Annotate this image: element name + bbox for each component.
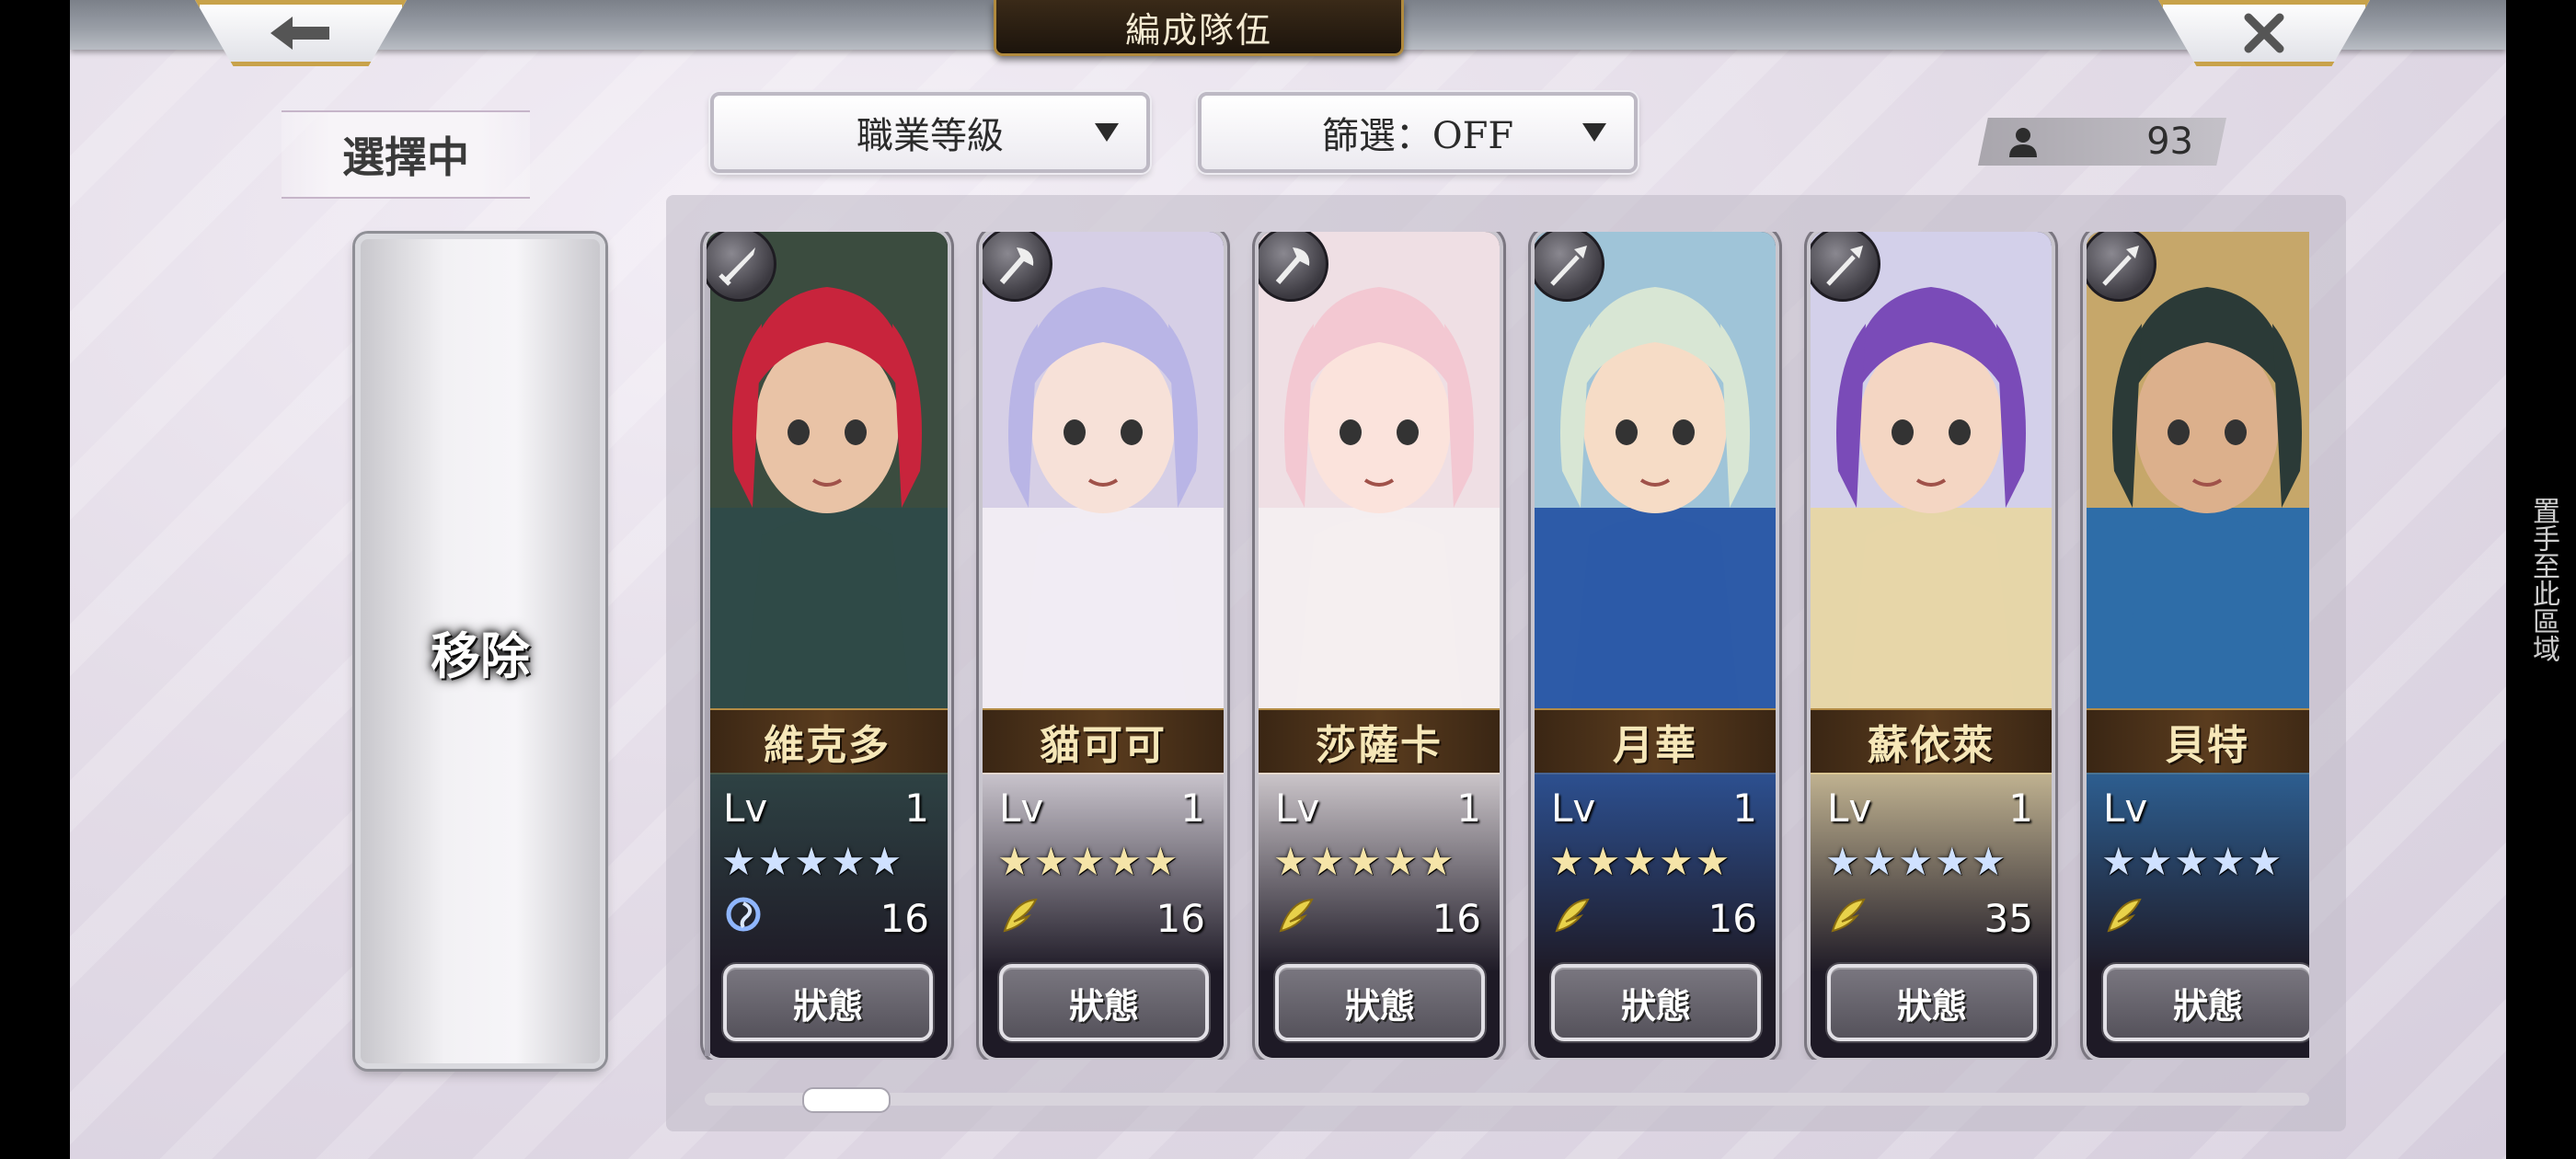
character-stats: Lv 1 ★★★★★ 35 狀態 [1811,773,2052,1058]
feather-element-icon [1831,898,1866,933]
sort-dropdown[interactable]: 職業等級 [710,92,1150,173]
level-label: Lv [723,786,768,831]
character-portrait [983,232,1224,708]
character-stats: Lv 1 ★★★★★ 16 狀態 [983,773,1224,1058]
filter-dropdown-label: 篩選：OFF [1321,115,1514,157]
rarity-stars: ★★★★★ [2101,839,2284,884]
person-icon [2009,128,2037,157]
level-row: Lv [2103,786,2309,832]
level-row: Lv 1 [1827,786,2033,832]
cost-value: 16 [1432,896,1481,941]
character-portrait [1535,232,1776,708]
cost-row: 16 [997,892,1205,944]
cost-row: 16 [1273,892,1481,944]
rarity-stars: ★★★★★ [997,839,1180,884]
rarity-stars: ★★★★★ [721,839,904,884]
rarity-stars: ★★★★★ [1549,839,1732,884]
level-label: Lv [1827,786,1872,831]
sort-dropdown-label: 職業等級 [857,115,1004,157]
level-value: 1 [1456,786,1481,831]
character-card[interactable]: 貓可可 Lv 1 ★★★★★ 16 狀態 [983,232,1224,1058]
spiral-element-icon [726,897,761,932]
character-portrait [1259,232,1500,708]
level-row: Lv 1 [1551,786,1757,832]
feather-element-icon [1555,898,1590,933]
horizontal-scrollbar[interactable] [705,1093,2309,1106]
character-card[interactable]: 維克多 Lv 1 ★★★★★ 16 狀態 [707,232,948,1058]
level-value: 1 [1732,786,1757,831]
unit-count: 93 [2146,120,2193,163]
screen-title-plate: 編成隊伍 [994,0,1404,56]
character-stats: Lv 1 ★★★★★ 16 狀態 [1535,773,1776,1058]
character-name: 莎薩卡 [1259,708,1500,775]
cost-value: 16 [880,896,929,941]
level-row: Lv 1 [723,786,929,832]
status-button[interactable]: 狀態 [2103,964,2309,1041]
level-label: Lv [1275,786,1320,831]
cost-value: 35 [1984,896,2033,941]
status-button[interactable]: 狀態 [1551,964,1761,1041]
roster-divider [705,247,710,1056]
status-button[interactable]: 狀態 [723,964,933,1041]
remove-slot[interactable]: 移除 [355,234,605,1069]
level-value: 1 [1180,786,1205,831]
cost-row: 35 [1825,892,2033,944]
selecting-label: 選擇中 [282,110,530,199]
feather-element-icon [1003,898,1038,933]
cost-value: 16 [1708,896,1757,941]
character-name: 蘇依萊 [1811,708,2052,775]
character-stats: Lv 1 ★★★★★ 16 狀態 [1259,773,1500,1058]
character-card[interactable]: 月華 Lv 1 ★★★★★ 16 狀態 [1535,232,1776,1058]
character-card[interactable]: 蘇依萊 Lv 1 ★★★★★ 35 狀態 [1811,232,2052,1058]
cost-row: 16 [721,892,929,944]
status-button[interactable]: 狀態 [999,964,1209,1041]
level-value: 1 [2008,786,2033,831]
side-hint-text: 置手至此區域 [2527,497,2559,662]
status-button[interactable]: 狀態 [1275,964,1485,1041]
back-button[interactable] [195,0,407,66]
cost-row: 16 [1549,892,1757,944]
screen-title: 編成隊伍 [1124,9,1272,51]
cost-row [2101,892,2309,944]
feather-element-icon [2107,898,2142,933]
character-list[interactable]: 維克多 Lv 1 ★★★★★ 16 狀態 貓可可 Lv 1 ★★★★★ 16 狀態 莎薩卡 Lv 1 ★★★★… [694,232,2309,1060]
close-icon [2244,13,2284,53]
character-name: 貝特 [2087,708,2309,775]
character-name: 維克多 [707,708,948,775]
remove-label: 移除 [431,625,530,685]
character-stats: Lv ★★★★★ 狀態 [2087,773,2309,1058]
character-name: 月華 [1535,708,1776,775]
chevron-down-icon [1582,123,1606,142]
level-label: Lv [2103,786,2148,831]
character-name: 貓可可 [983,708,1224,775]
rarity-stars: ★★★★★ [1825,839,2008,884]
character-card[interactable]: 貝特 Lv ★★★★★ 狀態 [2087,232,2309,1058]
rarity-stars: ★★★★★ [1273,839,1456,884]
status-button[interactable]: 狀態 [1827,964,2037,1041]
level-row: Lv 1 [1275,786,1481,832]
level-row: Lv 1 [999,786,1205,832]
close-button[interactable] [2158,0,2370,66]
feather-element-icon [1279,898,1314,933]
character-card[interactable]: 莎薩卡 Lv 1 ★★★★★ 16 狀態 [1259,232,1500,1058]
chevron-down-icon [1095,123,1119,142]
level-value: 1 [904,786,929,831]
filter-dropdown[interactable]: 篩選：OFF [1198,92,1638,173]
arrow-left-icon [270,17,329,50]
unit-count-badge: 93 [1978,118,2226,166]
scrollbar-thumb[interactable] [802,1087,891,1113]
level-label: Lv [1551,786,1596,831]
character-portrait [2087,232,2309,708]
character-roster: 維克多 Lv 1 ★★★★★ 16 狀態 貓可可 Lv 1 ★★★★★ 16 狀態 莎薩卡 Lv 1 ★★★★… [666,195,2346,1131]
cost-value: 16 [1156,896,1205,941]
game-screen: 編成隊伍 選擇中 移除 職業等級 篩選：OFF 93 維克多 Lv 1 ★★★★★ 16… [70,0,2506,1159]
character-portrait [707,232,948,708]
level-label: Lv [999,786,1044,831]
character-portrait [1811,232,2052,708]
character-stats: Lv 1 ★★★★★ 16 狀態 [707,773,948,1058]
